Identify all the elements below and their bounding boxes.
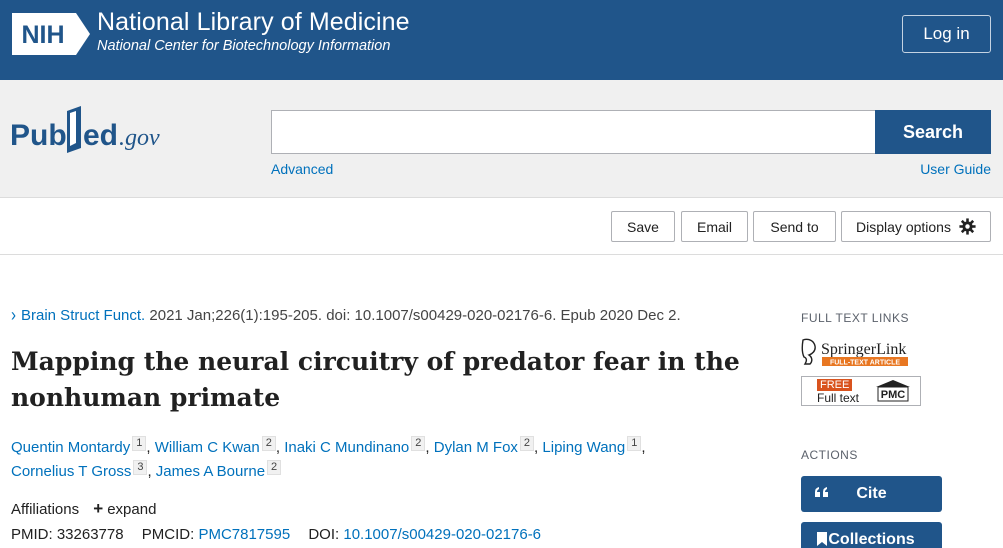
send-to-button[interactable]: Send to bbox=[753, 211, 836, 242]
affiliations-label: Affiliations bbox=[11, 501, 80, 518]
author-link[interactable]: Cornelius T Gross bbox=[11, 463, 131, 480]
advanced-search-link[interactable]: Advanced bbox=[271, 161, 333, 177]
pmc-full-text-link[interactable]: FREE Full text PMC bbox=[801, 376, 921, 406]
affiliation-ref[interactable]: 1 bbox=[132, 436, 147, 451]
author-link[interactable]: Liping Wang bbox=[542, 439, 625, 456]
org-title[interactable]: National Library of Medicine bbox=[97, 8, 410, 37]
nih-header: NIH National Library of Medicine Nationa… bbox=[0, 0, 1003, 80]
svg-text:Pub: Pub bbox=[10, 119, 67, 152]
pmcid-label: PMCID: bbox=[141, 526, 195, 543]
pubmed-logo[interactable]: Pub ed .gov bbox=[10, 103, 195, 161]
gear-icon bbox=[959, 218, 976, 235]
pmc-logo-text: PMC bbox=[881, 389, 906, 401]
citation-text: 2021 Jan;226(1):195-205. doi: 10.1007/s0… bbox=[149, 307, 681, 324]
display-options-button[interactable]: Display options bbox=[841, 211, 991, 242]
affiliation-ref[interactable]: 3 bbox=[133, 460, 148, 475]
save-button[interactable]: Save bbox=[611, 211, 675, 242]
journal-citation: › Brain Struct Funct. 2021 Jan;226(1):195… bbox=[11, 305, 681, 325]
chevron-right-icon[interactable]: › bbox=[11, 305, 16, 325]
org-subtitle[interactable]: National Center for Biotechnology Inform… bbox=[97, 38, 390, 54]
springerlink-sub: FULL-TEXT ARTICLE bbox=[830, 360, 900, 367]
full-text-label: Full text bbox=[817, 391, 860, 405]
pmcid-link[interactable]: PMC7817595 bbox=[198, 526, 290, 543]
author-link[interactable]: Quentin Montardy bbox=[11, 439, 130, 456]
pmid-label: PMID: bbox=[11, 526, 53, 543]
full-text-links-heading: FULL TEXT LINKS bbox=[801, 311, 909, 325]
user-guide-link[interactable]: User Guide bbox=[920, 161, 991, 177]
journal-link[interactable]: Brain Struct Funct. bbox=[21, 307, 145, 324]
affiliation-ref[interactable]: 2 bbox=[267, 460, 282, 475]
free-badge: FREE bbox=[817, 379, 853, 391]
plus-icon[interactable]: + bbox=[93, 499, 103, 518]
affiliation-ref[interactable]: 1 bbox=[627, 436, 642, 451]
search-input[interactable] bbox=[271, 110, 876, 154]
author-link[interactable]: Inaki C Mundinano bbox=[284, 439, 409, 456]
svg-text:ed: ed bbox=[83, 119, 118, 152]
identifiers-row: PMID: 33263778 PMCID: PMC7817595 DOI: 10… bbox=[11, 526, 541, 543]
actions-heading: ACTIONS bbox=[801, 448, 858, 462]
login-button[interactable]: Log in bbox=[902, 15, 991, 53]
article-title: Mapping the neural circuitry of predator… bbox=[11, 347, 740, 412]
affiliation-ref[interactable]: 2 bbox=[261, 436, 276, 451]
affiliations-row: Affiliations + expand bbox=[11, 499, 156, 519]
cite-button[interactable]: Cite bbox=[801, 476, 942, 512]
email-button[interactable]: Email bbox=[681, 211, 748, 242]
author-link[interactable]: Dylan M Fox bbox=[434, 439, 518, 456]
bookmark-icon bbox=[817, 532, 827, 546]
doi-link[interactable]: 10.1007/s00429-020-02176-6 bbox=[343, 526, 541, 543]
display-options-label: Display options bbox=[856, 218, 951, 235]
author-list: Quentin Montardy 1, William C Kwan 2, Inak… bbox=[11, 436, 646, 480]
springerlink-label: SpringerLink bbox=[821, 341, 906, 358]
collections-button[interactable]: Collections bbox=[801, 522, 942, 548]
svg-text:.gov: .gov bbox=[119, 125, 160, 151]
toolbar-divider bbox=[0, 254, 1003, 255]
nih-logo-text: NIH bbox=[21, 21, 64, 49]
affiliation-ref[interactable]: 2 bbox=[411, 436, 426, 451]
expand-affiliations-button[interactable]: expand bbox=[107, 501, 156, 518]
nih-logo[interactable]: NIH bbox=[12, 13, 90, 55]
doi-label: DOI: bbox=[308, 526, 340, 543]
pmc-logo: PMC bbox=[876, 380, 910, 402]
springer-horse-icon bbox=[801, 338, 816, 365]
search-button[interactable]: Search bbox=[875, 110, 991, 154]
author-link[interactable]: William C Kwan bbox=[155, 439, 260, 456]
springerlink-full-text-link[interactable]: SpringerLink FULL-TEXT ARTICLE bbox=[801, 337, 911, 368]
pmid-value: 33263778 bbox=[56, 526, 124, 543]
affiliation-ref[interactable]: 2 bbox=[519, 436, 535, 451]
quote-icon bbox=[815, 487, 828, 497]
author-link[interactable]: James A Bourne bbox=[156, 463, 265, 480]
